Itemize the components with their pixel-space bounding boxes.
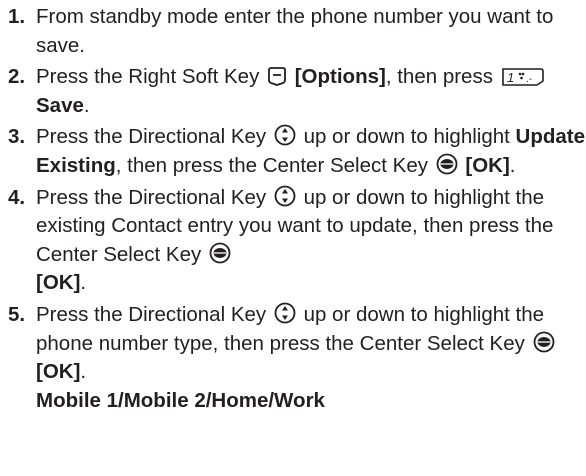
step-text: From standby mode enter the phone number… [36, 5, 554, 57]
center-select-key-icon [436, 153, 458, 175]
step-number: 3. [8, 125, 26, 149]
ok-label: [OK] [36, 271, 81, 295]
right-soft-key-icon [268, 67, 286, 87]
step-text: . [83, 93, 90, 117]
options-label: [Options] [294, 65, 386, 89]
step-2: 2. Press the Right Soft Key [Options], t… [8, 63, 586, 120]
step-text: . [80, 360, 87, 384]
step-number: 1. [8, 5, 26, 28]
directional-key-icon [274, 185, 296, 206]
step-number: 4. [8, 185, 26, 209]
ok-label: [OK] [36, 360, 81, 384]
ok-label: [OK] [465, 153, 510, 177]
step-1: 1. From standby mode enter the phone num… [8, 3, 586, 60]
step-text: Press the Right Soft Key [36, 65, 266, 89]
key-1-save-icon: 1 .- [501, 68, 544, 86]
step-text: up or down to highlight [303, 125, 516, 149]
step-number: 2. [8, 65, 26, 89]
center-select-key-icon [209, 242, 231, 264]
step-text: , then press the Center Select Key [115, 153, 434, 177]
step-text: , then press [385, 65, 499, 89]
step-text: . [509, 153, 516, 177]
step-5: 5. Press the Directional Key up or down … [8, 301, 586, 415]
directional-key-icon [274, 302, 296, 324]
phone-number-types: Mobile 1/Mobile 2/Home/Work [36, 388, 325, 412]
svg-text:.-: .- [526, 74, 532, 85]
directional-key-icon [274, 124, 296, 146]
step-text: . [80, 271, 87, 295]
save-label: Save [36, 93, 84, 117]
step-text: Press the Directional Key [36, 302, 272, 326]
step-text: Press the Directional Key [36, 185, 272, 209]
center-select-key-icon [533, 331, 554, 352]
step-3: 3. Press the Directional Key up or down … [8, 123, 586, 180]
svg-text:1: 1 [507, 70, 514, 85]
step-number: 5. [8, 302, 26, 326]
step-4: 4. Press the Directional Key up or down … [8, 184, 586, 298]
instruction-page: 1. From standby mode enter the phone num… [0, 0, 586, 476]
steps-list: 1. From standby mode enter the phone num… [8, 3, 586, 415]
step-text: Press the Directional Key [36, 125, 272, 149]
